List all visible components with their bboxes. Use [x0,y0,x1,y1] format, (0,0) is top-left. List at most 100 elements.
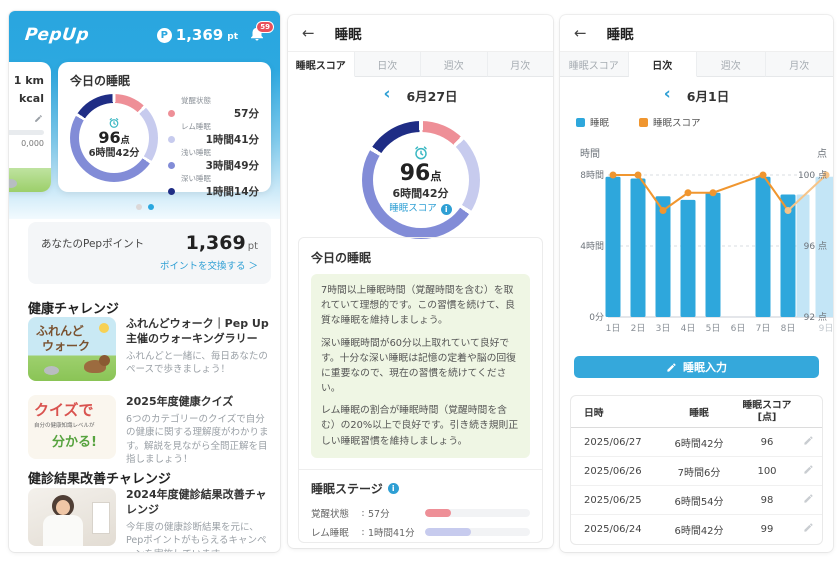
pencil-icon [803,522,814,533]
svg-text:1日: 1日 [606,323,621,334]
chart-legend: 睡眠 睡眠スコア [576,115,833,129]
cell-sleep: 6時間42分 [659,522,739,537]
quiz-thumbnail: クイズで 自分の健康知識レベルが 分かる! [28,395,116,459]
sleep-score-label[interactable]: 睡眠スコアi [389,204,452,215]
svg-text:8日: 8日 [781,323,796,334]
tab-睡眠スコア[interactable]: 睡眠スコア [288,52,355,77]
app-header: ← 睡眠 [288,15,553,52]
tab-週次[interactable]: 週次 [421,52,488,77]
notification-bell-button[interactable]: 59 [248,24,268,44]
challenge-item-health-quiz[interactable]: クイズで 自分の健康知識レベルが 分かる! 2025年度健康クイズ 6つのカテゴ… [28,395,272,467]
table-header-row: 日時 睡眠 睡眠スコア[点] [571,396,822,428]
table-body: 2025/06/27 6時間42分 96 2025/06/26 7時間6分 10… [571,428,822,543]
stage-row-レム睡眠: レム睡眠:1時間41分 [311,523,530,542]
cell-date: 2025/06/26 [571,466,659,477]
carousel-dots [9,204,280,210]
edit-row-button[interactable] [795,522,822,536]
legend-item-深い睡眠: 深い睡眠 1時間14分 [168,173,259,199]
tab-日次[interactable]: 日次 [629,52,698,77]
sleep-stage-section: 睡眠ステージi 覚醒状態:57分 レム睡眠:1時間41分 浅い睡眠:3時間49分… [299,469,542,543]
svg-text:8時間: 8時間 [580,170,604,181]
challenge-item-friend-walk[interactable]: ふれんど ウォーク ふれんどウォーク｜Pep Up主催のウォーキングラリー ふれ… [28,317,272,381]
cell-score: 96 [739,437,795,448]
checkup-photo-thumbnail [28,488,116,546]
screen-sleep-score: ← 睡眠 睡眠スコア日次週次月次 ‹ 6月27日 96点 6時間42分 睡眠スコ… [288,15,553,548]
points-card-value: 1,369pt [186,232,258,254]
svg-text:点: 点 [817,148,827,160]
advice-paragraph: 深い睡眠時間が60分以上取れていて良好です。十分な深い睡眠は記憶の定着や脳の回復… [321,336,520,397]
challenge-desc: 今年度の健康診断結果を元に、Pepポイントがもらえるキャンペーンを実施しています… [126,521,272,552]
edit-row-button[interactable] [795,493,822,507]
cell-score: 98 [739,495,795,506]
svg-text:3日: 3日 [656,323,671,334]
tab-月次[interactable]: 月次 [488,52,554,77]
svg-text:時間: 時間 [580,148,600,160]
steps-progress-bar [9,130,44,135]
carousel-dot [136,204,142,210]
cell-sleep: 6時間42分 [659,435,739,450]
tab-睡眠スコア[interactable]: 睡眠スコア [560,52,629,77]
table-row: 2025/06/24 6時間42分 99 [571,515,822,543]
tab-bar: 睡眠スコア日次週次月次 [560,52,833,77]
stage-bar-track [425,528,530,536]
svg-text:2日: 2日 [631,323,646,334]
sleep-card-title: 今日の睡眠 [70,72,259,89]
checkup-challenge-item[interactable]: 2024年度健診結果改善チャレンジ 今年度の健康診断結果を元に、Pepポイントが… [28,488,272,552]
date-navigation: ‹ 6月27日 [288,81,553,109]
legend-item-レム睡眠: レム睡眠 1時間41分 [168,121,259,147]
info-icon[interactable]: i [388,483,399,494]
legend-dot [168,136,175,143]
today-sleep-card[interactable]: 今日の睡眠 96点 6時間42分 覚醒状態 57分 レム睡眠 1時間41分 浅い… [58,62,271,192]
info-icon[interactable]: i [441,204,452,215]
stage-bar-list: 覚醒状態:57分 レム睡眠:1時間41分 浅い睡眠:3時間49分 深い睡眠:1時… [311,504,530,543]
stage-bar-fill [425,528,471,536]
cell-date: 2025/06/24 [571,524,659,535]
sleep-donut-chart: 96点 6時間42分 [70,94,158,182]
sun-icon [99,323,109,333]
legend-dot [168,188,175,195]
tab-週次[interactable]: 週次 [697,52,766,77]
pencil-icon [666,362,677,373]
edit-icon [34,114,43,123]
point-icon: P [157,28,172,43]
challenge-title: 2024年度健診結果改善チャレンジ [126,488,272,518]
sleep-input-button[interactable]: 睡眠入力 [574,356,819,378]
distance-value: 1 km [14,74,44,87]
back-arrow-button[interactable]: ← [574,24,587,42]
sleep-detail-card: 今日の睡眠 7時間以上睡眠時間（覚醒時間を含む）を取れていて理想的です。この習慣… [298,237,543,543]
tab-日次[interactable]: 日次 [355,52,422,77]
header-points-chip[interactable]: P 1,369 pt [157,26,238,44]
activity-card-partial[interactable]: 1 km kcal 0,000 [9,62,51,192]
table-row: 2025/06/27 6時間42分 96 [571,428,822,457]
svg-text:100 点: 100 点 [798,170,827,181]
table-row: 2025/06/26 7時間6分 100 [571,457,822,486]
stage-row-覚醒状態: 覚醒状態:57分 [311,504,530,523]
exchange-points-link[interactable]: ポイントを交換する ＞ [41,258,258,272]
points-value: 1,369 [176,26,223,44]
challenge-desc: ふれんどと一緒に、毎日あなたのペースで歩きましょう！ [126,350,272,377]
edit-row-button[interactable] [795,435,822,449]
back-arrow-button[interactable]: ← [302,24,315,42]
svg-text:7日: 7日 [756,323,771,334]
legend-item-覚醒状態: 覚醒状態 57分 [168,95,259,121]
pencil-icon [803,464,814,475]
pencil-icon [803,493,814,504]
prev-date-chevron[interactable]: ‹ [664,86,671,103]
legend-dot [168,110,175,117]
pep-points-card: あなたのPepポイント 1,369pt ポイントを交換する ＞ [28,222,271,284]
legend-sleep-score: 睡眠スコア [639,115,701,129]
svg-text:4時間: 4時間 [580,241,604,252]
tab-月次[interactable]: 月次 [766,52,834,77]
cell-date: 2025/06/25 [571,495,659,506]
section-heading-challenge: 健康チャレンジ [28,298,119,317]
legend-dot [168,162,175,169]
screenshot-canvas: PepUp P 1,369 pt 59 1 km kcal 0,000 今日の睡… [0,0,840,566]
edit-row-button[interactable] [795,464,822,478]
today-sleep-heading: 今日の睡眠 [311,249,530,266]
sleep-duration: 6時間42分 [393,188,449,201]
col-header-sleep: 睡眠 [659,405,739,419]
stage-row-浅い睡眠: 浅い睡眠:3時間49分 [311,542,530,543]
prev-date-chevron[interactable]: ‹ [383,86,390,103]
calories-value: kcal [19,92,44,105]
cat-illustration [44,366,59,375]
